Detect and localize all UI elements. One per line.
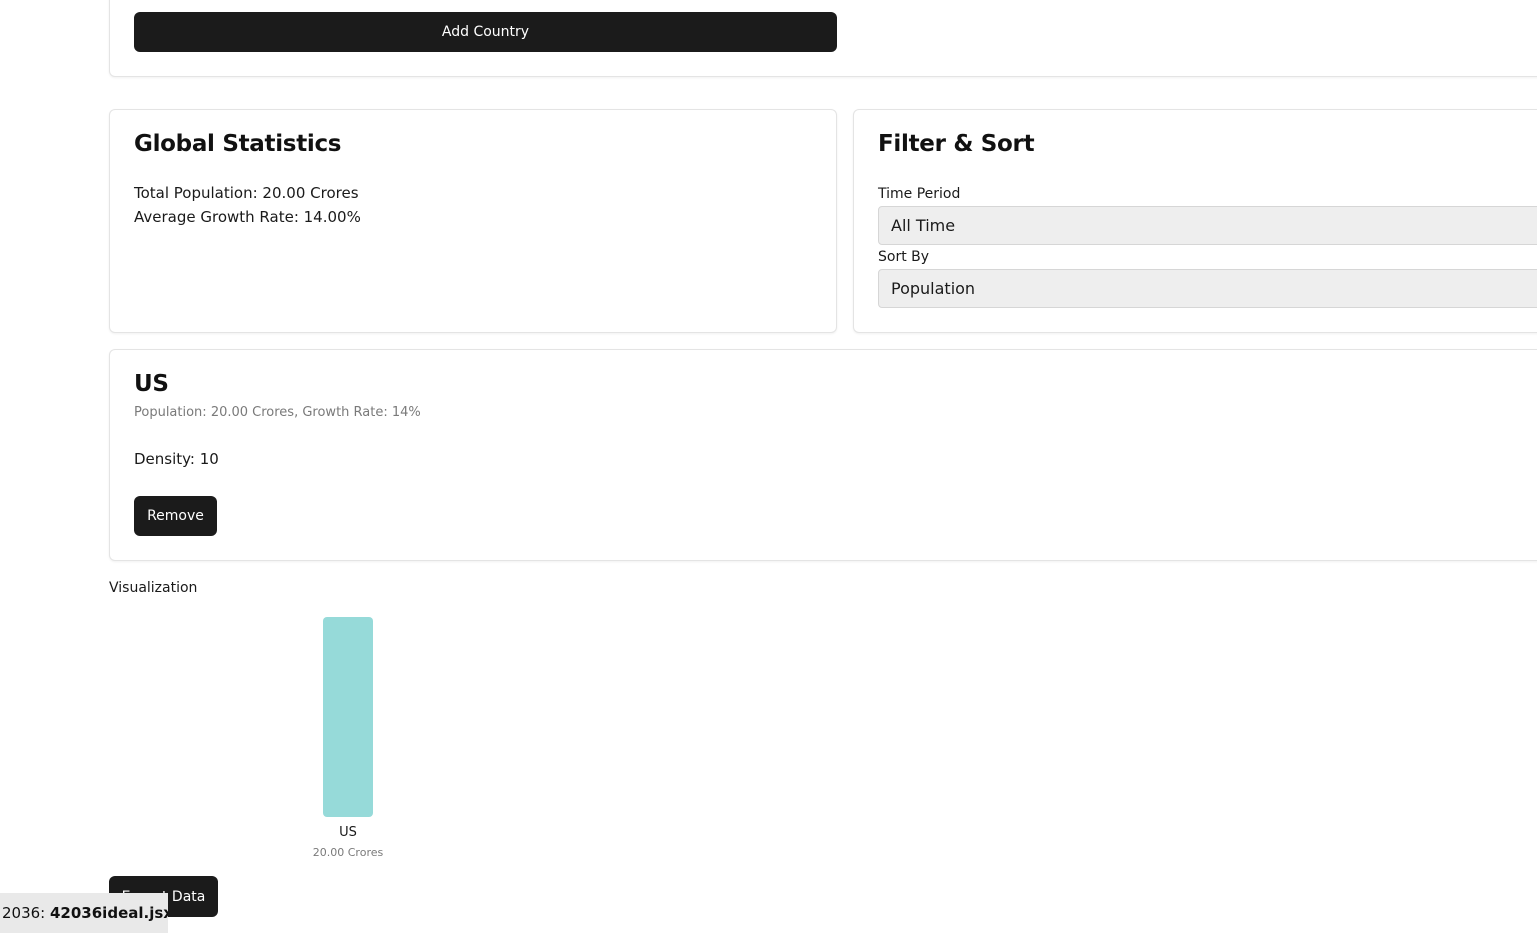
add-country-button[interactable]: Add Country (134, 12, 837, 52)
visualization-chart: US 20.00 Crores (109, 600, 1537, 870)
bar (323, 617, 373, 817)
time-period-value: All Time (891, 216, 956, 235)
time-period-label: Time Period (878, 186, 961, 202)
remove-button[interactable]: Remove (134, 496, 217, 536)
sort-by-label: Sort By (878, 249, 930, 265)
bar-category-label: US (339, 825, 357, 840)
filter-sort-title: Filter & Sort (878, 131, 1035, 157)
total-population-text: Total Population: 20.00 Crores (134, 184, 359, 202)
global-statistics-card: Global Statistics Total Population: 20.0… (109, 109, 837, 333)
sort-by-value: Population (891, 279, 976, 298)
global-statistics-title: Global Statistics (134, 131, 342, 157)
status-prefix: 2036: (2, 904, 50, 922)
filter-sort-card: Filter & Sort Time Period All Time Sort … (853, 109, 1537, 333)
country-summary: Population: 20.00 Crores, Growth Rate: 1… (134, 405, 421, 420)
country-card: US Population: 20.00 Crores, Growth Rate… (109, 349, 1537, 561)
average-growth-rate-text: Average Growth Rate: 14.00% (134, 208, 361, 226)
country-name: US (134, 371, 169, 397)
status-bar: 2036: 42036ideal.jsx (0, 893, 168, 933)
status-filename: 42036ideal.jsx (50, 904, 168, 922)
country-density: Density: 10 (134, 450, 219, 468)
bar-value-label: 20.00 Crores (312, 846, 384, 859)
sort-by-select[interactable]: Population (878, 269, 1537, 308)
visualization-title: Visualization (109, 580, 198, 596)
time-period-select[interactable]: All Time (878, 206, 1537, 245)
